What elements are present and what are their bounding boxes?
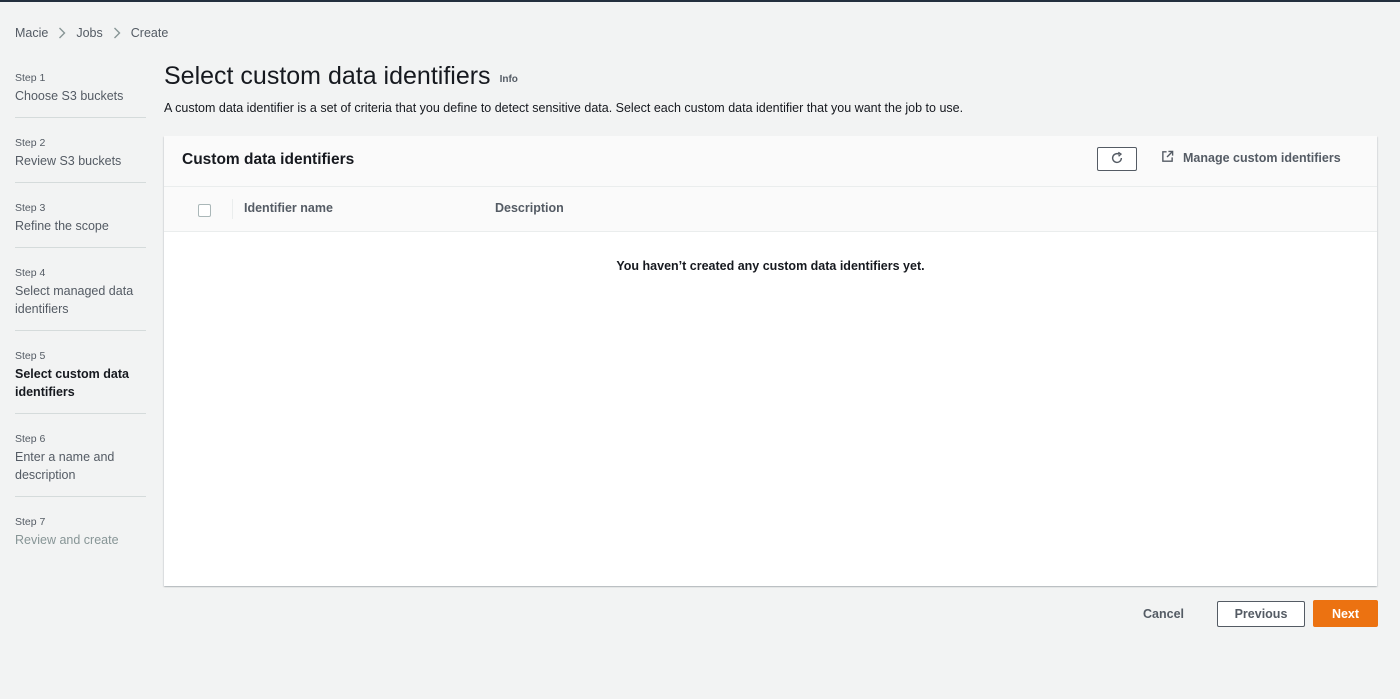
step-number: Step 2: [15, 137, 46, 149]
panel-header: Custom data identifiers Manage custom id…: [164, 136, 1377, 187]
step-title[interactable]: Refine the scope: [15, 218, 146, 236]
external-link-icon: [1161, 150, 1183, 166]
wizard-actions: Cancel Previous Next: [1137, 600, 1378, 627]
breadcrumb-macie[interactable]: Macie: [15, 26, 48, 40]
step-title: Enter a name and description: [15, 450, 115, 482]
page-title-text: Select custom data identifiers: [164, 62, 491, 90]
column-divider: [232, 199, 233, 219]
step-number: Step 4: [15, 267, 46, 279]
refresh-icon: [1110, 151, 1124, 168]
refresh-button[interactable]: [1097, 147, 1137, 171]
page-title: Select custom data identifiers Info: [164, 62, 1377, 91]
wizard-steps: Step 1 Choose S3 buckets Step 2 Review S…: [15, 70, 146, 561]
breadcrumb-create: Create: [130, 26, 169, 40]
step-number: Step 3: [15, 202, 46, 214]
step-title: Select custom data identifiers: [15, 367, 129, 399]
step-number: Step 6: [15, 433, 46, 445]
step-6: Step 6 Enter a name and description: [15, 431, 146, 497]
step-number: Step 7: [15, 516, 46, 528]
column-header-description[interactable]: Description: [495, 201, 564, 215]
chevron-right-icon: [48, 27, 76, 39]
cancel-button[interactable]: Cancel: [1137, 606, 1190, 622]
empty-state-message: You haven’t created any custom data iden…: [616, 259, 925, 273]
column-header-identifier-name[interactable]: Identifier name: [244, 201, 333, 215]
manage-custom-identifiers-label[interactable]: Manage custom identifiers: [1183, 151, 1341, 165]
step-number: Step 1: [15, 72, 46, 84]
table-header: Identifier name Description: [164, 187, 1377, 232]
step-title[interactable]: Review S3 buckets: [15, 153, 146, 171]
breadcrumb: Macie Jobs Create: [15, 26, 168, 40]
page-header: Select custom data identifiers Info A cu…: [164, 62, 1377, 115]
manage-custom-identifiers-link[interactable]: Manage custom identifiers: [1161, 150, 1341, 166]
info-link[interactable]: Info: [500, 74, 518, 85]
step-1[interactable]: Step 1 Choose S3 buckets: [15, 70, 146, 118]
previous-button[interactable]: Previous: [1217, 600, 1305, 627]
step-title[interactable]: Select managed data identifiers: [15, 283, 146, 318]
custom-identifiers-panel: Custom data identifiers Manage custom id…: [164, 136, 1377, 586]
step-3[interactable]: Step 3 Refine the scope: [15, 200, 146, 248]
top-border: [0, 0, 1400, 2]
page-description: A custom data identifier is a set of cri…: [164, 101, 964, 115]
step-2[interactable]: Step 2 Review S3 buckets: [15, 135, 146, 183]
chevron-right-icon: [103, 27, 131, 39]
step-4[interactable]: Step 4 Select managed data identifiers: [15, 265, 146, 331]
step-title: Review and create: [15, 533, 119, 547]
step-title[interactable]: Choose S3 buckets: [15, 88, 146, 106]
step-5: Step 5 Select custom data identifiers: [15, 348, 146, 414]
select-all-checkbox[interactable]: [198, 204, 211, 217]
step-7: Step 7 Review and create: [15, 514, 146, 561]
next-button[interactable]: Next: [1313, 600, 1378, 627]
breadcrumb-jobs[interactable]: Jobs: [76, 26, 102, 40]
step-number: Step 5: [15, 350, 46, 362]
panel-title: Custom data identifiers: [182, 151, 355, 168]
